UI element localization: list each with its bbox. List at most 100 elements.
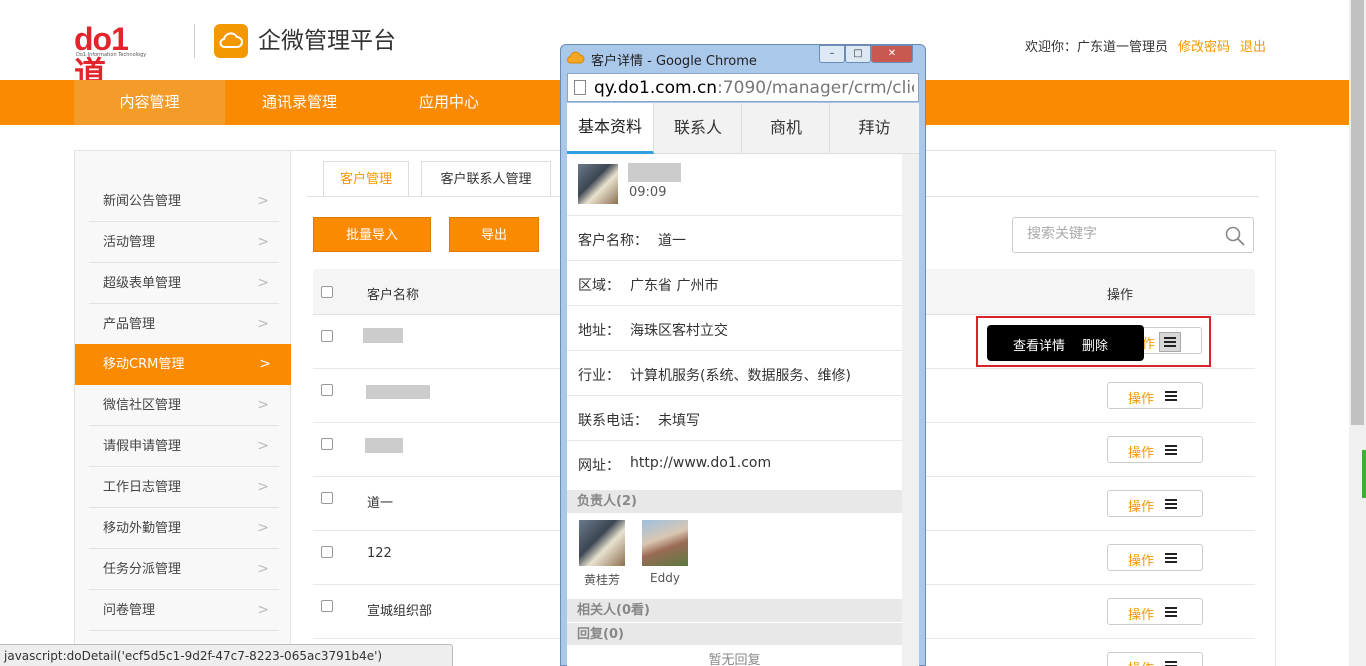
row-action-button[interactable]: 操作 [1107, 436, 1203, 463]
owners-section-title: 负责人(2) [567, 490, 902, 513]
menu-icon [1165, 499, 1177, 509]
sidebar-item-product[interactable]: 产品管理 > [89, 304, 279, 345]
action-label: 操作 [1128, 554, 1155, 569]
field-value: 计算机服务(系统、数据服务、维修) [630, 368, 851, 384]
row-checkbox[interactable] [321, 438, 333, 450]
row-checkbox[interactable] [321, 546, 333, 558]
export-button[interactable]: 导出 [449, 217, 539, 252]
window-titlebar[interactable]: 客户详情 - Google Chrome – □ ✕ [565, 45, 921, 71]
sidebar-item-wechat-community[interactable]: 微信社区管理 > [89, 385, 279, 426]
owner-name: 黄桂芳 [583, 573, 620, 587]
minimize-button[interactable]: – [819, 45, 845, 63]
action-dropdown: 查看详情 删除 [987, 325, 1144, 361]
row-action-button[interactable]: 操作 [1107, 382, 1203, 409]
no-reply-text: 暂无回复 [708, 653, 761, 666]
url-text: qy.do1.com.cn:7090/manager/crm/client_d [594, 78, 914, 98]
logout-link[interactable]: 退出 [1240, 40, 1266, 55]
search-input[interactable] [1027, 226, 1207, 242]
sidebar-item-field-work[interactable]: 移动外勤管理 > [89, 508, 279, 549]
customer-detail-window: 客户详情 - Google Chrome – □ ✕ qy.do1.com.cn… [560, 44, 926, 666]
field-phone: 联系电话： 未填写 [567, 395, 902, 440]
chevron-right-icon: > [259, 356, 271, 372]
status-bar: javascript:doDetail('ecf5d5c1-9d2f-47c7-… [0, 644, 453, 666]
select-all-checkbox[interactable] [321, 286, 333, 298]
column-action: 操作 [1107, 288, 1134, 303]
chevron-right-icon: > [257, 275, 269, 291]
tab-customer-management[interactable]: 客户管理 [323, 161, 409, 197]
sidebar-item-work-log[interactable]: 工作日志管理 > [89, 467, 279, 508]
menu-icon [1165, 391, 1177, 401]
row-action-button[interactable]: 操作 [1107, 652, 1203, 666]
address-bar[interactable]: qy.do1.com.cn:7090/manager/crm/client_d [567, 73, 919, 102]
row-action-button[interactable]: 操作 [1107, 598, 1203, 625]
menu-icon [1165, 661, 1177, 666]
chevron-right-icon: > [257, 316, 269, 332]
nav-app-center[interactable]: 应用中心 [374, 80, 524, 125]
change-password-link[interactable]: 修改密码 [1178, 40, 1230, 55]
row-action-button[interactable]: 操作 [1107, 544, 1203, 571]
avatar[interactable] [642, 520, 688, 566]
sidebar-item-leave-request[interactable]: 请假申请管理 > [89, 426, 279, 467]
delete-option[interactable]: 删除 [1082, 335, 1108, 354]
popup-scrollbar[interactable] [902, 154, 919, 666]
tab-visits[interactable]: 拜访 [831, 103, 918, 154]
column-customer-name: 客户名称 [367, 288, 420, 303]
chevron-right-icon: > [257, 520, 269, 536]
related-section-title: 相关人(0看) [567, 599, 902, 622]
row-checkbox[interactable] [321, 492, 333, 504]
tab-opportunities[interactable]: 商机 [743, 103, 830, 154]
sidebar-item-questionnaire[interactable]: 问卷管理 > [89, 590, 279, 631]
sidebar-item-label: 问卷管理 [103, 603, 156, 618]
user-area: 欢迎你：广东道一管理员 修改密码 退出 [1025, 36, 1266, 55]
action-label: 操作 [1128, 658, 1154, 666]
field-label: 网址： [578, 458, 620, 474]
customer-name: 122 [367, 546, 392, 561]
sidebar-item-task-dispatch[interactable]: 任务分派管理 > [89, 549, 279, 590]
view-detail-option[interactable]: 查看详情 [1013, 335, 1065, 354]
sidebar-item-label: 超级表单管理 [103, 276, 182, 291]
side-indicator [1362, 450, 1366, 498]
sidebar-item-news[interactable]: 新闻公告管理 > [89, 181, 279, 222]
welcome-text: 欢迎你：广东道一管理员 [1024, 40, 1168, 55]
search-icon[interactable] [1225, 226, 1245, 246]
sidebar-item-label: 工作日志管理 [103, 480, 182, 495]
app-title: 企微管理平台 [258, 28, 396, 54]
menu-icon[interactable] [1159, 332, 1181, 352]
row-action-button[interactable]: 操作 [1107, 490, 1203, 517]
batch-import-button[interactable]: 批量导入 [313, 217, 431, 252]
close-button[interactable]: ✕ [871, 45, 913, 63]
field-region: 区域： 广东省 广州市 [567, 260, 902, 305]
tab-basic-info[interactable]: 基本资料 [567, 103, 654, 154]
menu-icon [1165, 607, 1177, 617]
row-checkbox[interactable] [321, 600, 333, 612]
detail-tabs: 基本资料 联系人 商机 拜访 [567, 103, 919, 154]
nav-contacts-management[interactable]: 通讯录管理 [225, 80, 374, 125]
row-checkbox[interactable] [321, 330, 333, 342]
maximize-button[interactable]: □ [845, 45, 871, 63]
menu-icon [1165, 445, 1177, 455]
sidebar-item-label: 请假申请管理 [103, 439, 182, 454]
sidebar-item-activity[interactable]: 活动管理 > [89, 222, 279, 263]
chevron-right-icon: > [257, 438, 269, 454]
chevron-right-icon: > [257, 234, 269, 250]
chevron-right-icon: > [257, 193, 269, 209]
avatar [578, 164, 618, 204]
scrollbar-thumb[interactable] [1351, 0, 1364, 425]
nav-content-management[interactable]: 内容管理 [74, 80, 225, 125]
sidebar-item-super-form[interactable]: 超级表单管理 > [89, 263, 279, 304]
reply-section-title: 回复(0) [567, 622, 902, 645]
field-label: 区域： [578, 278, 620, 294]
field-value[interactable]: http://www.do1.com [630, 455, 771, 471]
sidebar-item-label: 移动CRM管理 [103, 357, 185, 372]
field-industry: 行业： 计算机服务(系统、数据服务、维修) [567, 350, 902, 395]
field-value: 广东省 广州市 [630, 278, 719, 294]
cloud-icon [567, 51, 585, 64]
tab-customer-contacts[interactable]: 客户联系人管理 [421, 161, 551, 197]
sidebar-item-mobile-crm[interactable]: 移动CRM管理 > [75, 344, 291, 385]
sidebar-item-label: 产品管理 [103, 317, 156, 332]
menu-icon [1165, 553, 1177, 563]
row-checkbox[interactable] [321, 384, 333, 396]
avatar[interactable] [579, 520, 625, 566]
action-label: 操作 [1128, 446, 1155, 461]
tab-contacts[interactable]: 联系人 [655, 103, 742, 154]
